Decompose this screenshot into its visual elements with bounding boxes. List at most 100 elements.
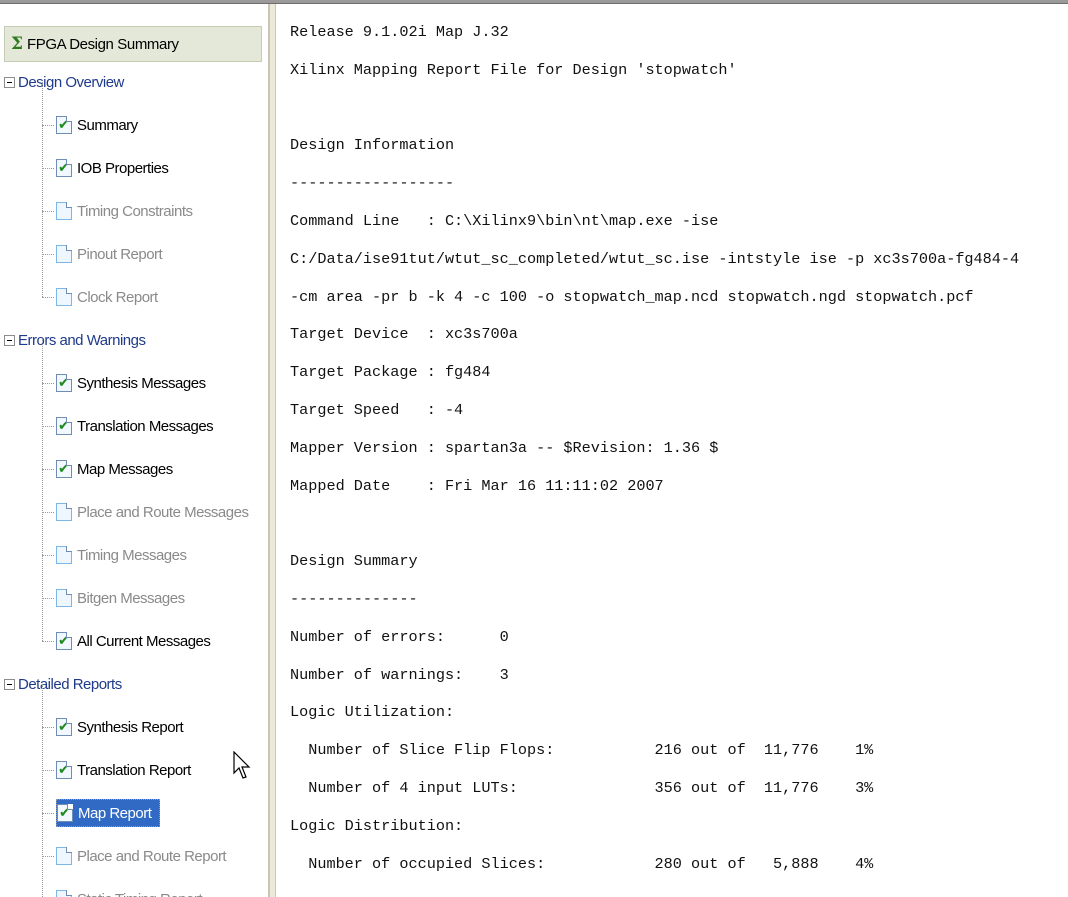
report-line: Target Device : xc3s700a bbox=[290, 325, 518, 343]
tree-connector bbox=[42, 598, 54, 599]
report-line: Design Information bbox=[290, 136, 455, 154]
tree-item-label: Summary bbox=[77, 116, 138, 134]
report-line: Number of Slice Flip Flops: 216 out of 1… bbox=[290, 741, 874, 759]
tree-item-label: Translation Messages bbox=[77, 417, 214, 435]
report-line: Command Line : C:\Xilinx9\bin\nt\map.exe… bbox=[290, 212, 719, 230]
tree-connector bbox=[42, 469, 54, 470]
tree-item-pinout-report[interactable]: Pinout Report bbox=[56, 240, 163, 268]
tree-item-label: Timing Messages bbox=[77, 546, 187, 564]
report-line: ------------------ bbox=[290, 174, 455, 192]
document-icon bbox=[56, 847, 72, 865]
collapse-icon[interactable] bbox=[4, 76, 15, 88]
collapse-icon[interactable] bbox=[4, 334, 15, 346]
document-icon bbox=[56, 890, 72, 897]
tree-group-design-overview[interactable]: Design Overview bbox=[4, 68, 124, 96]
tree-connector bbox=[42, 512, 54, 513]
tree-connector bbox=[42, 856, 54, 857]
tree-item-label: Timing Constraints bbox=[77, 202, 193, 220]
tree-connector bbox=[42, 684, 43, 897]
tree-connector bbox=[42, 426, 54, 427]
report-line: Xilinx Mapping Report File for Design 's… bbox=[290, 61, 737, 79]
tree-item-clock-report[interactable]: Clock Report bbox=[56, 283, 158, 311]
tree-item-label: Map Report bbox=[78, 804, 152, 822]
tree-group-errors-and-warnings[interactable]: Errors and Warnings bbox=[4, 326, 146, 354]
report-line: Logic Utilization: bbox=[290, 703, 455, 721]
report-line: Number of occupied Slices: 280 out of 5,… bbox=[290, 855, 874, 873]
checked-document-icon: ✔ bbox=[56, 718, 72, 736]
tree-item-map-messages[interactable]: ✔ Map Messages bbox=[56, 455, 173, 483]
tree-item-bitgen-messages[interactable]: Bitgen Messages bbox=[56, 584, 185, 612]
collapse-icon[interactable] bbox=[4, 678, 15, 690]
checked-document-icon: ✔ bbox=[56, 460, 72, 478]
report-line: Target Package : fg484 bbox=[290, 363, 491, 381]
tree-connector bbox=[42, 555, 54, 556]
tree-group-label: Errors and Warnings bbox=[18, 331, 146, 349]
tree-item-place-and-route-messages[interactable]: Place and Route Messages bbox=[56, 498, 249, 526]
document-icon bbox=[56, 288, 72, 306]
report-line: C:/Data/ise91tut/wtut_sc_completed/wtut_… bbox=[290, 250, 1020, 268]
tree-item-label: IOB Properties bbox=[77, 159, 169, 177]
checked-document-icon: ✔ bbox=[56, 632, 72, 650]
tree-root-fpga-design-summary[interactable]: Σ FPGA Design Summary bbox=[4, 26, 262, 62]
report-line: Number of warnings: 3 bbox=[290, 666, 509, 684]
tree-connector bbox=[42, 125, 54, 126]
tree-item-label: Map Messages bbox=[77, 460, 173, 478]
tree-group-label: Detailed Reports bbox=[18, 675, 122, 693]
tree-item-synthesis-report[interactable]: ✔ Synthesis Report bbox=[56, 713, 184, 741]
report-line: Logic Distribution: bbox=[290, 817, 464, 835]
tree-item-label: Synthesis Messages bbox=[77, 374, 206, 392]
tree-connector bbox=[42, 82, 43, 297]
tree-item-synthesis-messages[interactable]: ✔ Synthesis Messages bbox=[56, 369, 206, 397]
document-icon bbox=[56, 546, 72, 564]
document-icon bbox=[56, 202, 72, 220]
tree-item-label: Clock Report bbox=[77, 288, 158, 306]
tree-connector bbox=[42, 383, 54, 384]
tree-group-detailed-reports[interactable]: Detailed Reports bbox=[4, 670, 122, 698]
tree-item-label: Pinout Report bbox=[77, 245, 163, 263]
tree-item-label: Synthesis Report bbox=[77, 718, 184, 736]
document-icon bbox=[56, 503, 72, 521]
report-line: -------------- bbox=[290, 590, 418, 608]
checked-document-icon: ✔ bbox=[56, 761, 72, 779]
tree-connector bbox=[42, 641, 54, 642]
tree-item-summary[interactable]: ✔ Summary bbox=[56, 111, 138, 139]
tree-item-timing-constraints[interactable]: Timing Constraints bbox=[56, 197, 193, 225]
checked-document-icon: ✔ bbox=[57, 804, 73, 822]
tree-connector bbox=[42, 340, 43, 641]
tree-connector bbox=[42, 254, 54, 255]
report-line: Release 9.1.02i Map J.32 bbox=[290, 23, 509, 41]
tree-item-label: All Current Messages bbox=[77, 632, 211, 650]
tree-root-label: FPGA Design Summary bbox=[27, 35, 179, 53]
checked-document-icon: ✔ bbox=[56, 374, 72, 392]
checked-document-icon: ✔ bbox=[56, 417, 72, 435]
report-line: Mapped Date : Fri Mar 16 11:11:02 2007 bbox=[290, 477, 664, 495]
document-icon bbox=[56, 245, 72, 263]
design-summary-tree[interactable]: Σ FPGA Design Summary Design Overview ✔ Su… bbox=[0, 4, 270, 897]
tree-item-static-timing-report[interactable]: Static Timing Report bbox=[56, 885, 203, 897]
tree-group-label: Design Overview bbox=[18, 73, 124, 91]
tree-item-iob-properties[interactable]: ✔ IOB Properties bbox=[56, 154, 169, 182]
tree-item-label: Place and Route Report bbox=[77, 847, 227, 865]
report-line: Target Speed : -4 bbox=[290, 401, 464, 419]
tree-item-map-report[interactable]: ✔ Map Report bbox=[56, 799, 161, 827]
tree-connector bbox=[42, 168, 54, 169]
tree-item-label: Static Timing Report bbox=[77, 891, 203, 897]
pane-splitter[interactable] bbox=[270, 4, 276, 897]
tree-item-label: Translation Report bbox=[77, 761, 191, 779]
tree-connector bbox=[42, 813, 54, 814]
tree-item-all-current-messages[interactable]: ✔ All Current Messages bbox=[56, 627, 211, 655]
report-line: Number of 4 input LUTs: 356 out of 11,77… bbox=[290, 779, 874, 797]
tree-item-translation-messages[interactable]: ✔ Translation Messages bbox=[56, 412, 214, 440]
report-line: Design Summary bbox=[290, 552, 418, 570]
tree-item-label: Bitgen Messages bbox=[77, 589, 185, 607]
tree-item-place-and-route-report[interactable]: Place and Route Report bbox=[56, 842, 227, 870]
report-line: -cm area -pr b -k 4 -c 100 -o stopwatch_… bbox=[290, 288, 974, 306]
tree-item-timing-messages[interactable]: Timing Messages bbox=[56, 541, 187, 569]
checked-document-icon: ✔ bbox=[56, 159, 72, 177]
sigma-icon: Σ bbox=[11, 34, 24, 54]
tree-connector bbox=[42, 727, 54, 728]
tree-item-translation-report[interactable]: ✔ Translation Report bbox=[56, 756, 191, 784]
tree-item-label: Place and Route Messages bbox=[77, 503, 249, 521]
tree-connector bbox=[42, 211, 54, 212]
tree-connector bbox=[42, 297, 54, 298]
